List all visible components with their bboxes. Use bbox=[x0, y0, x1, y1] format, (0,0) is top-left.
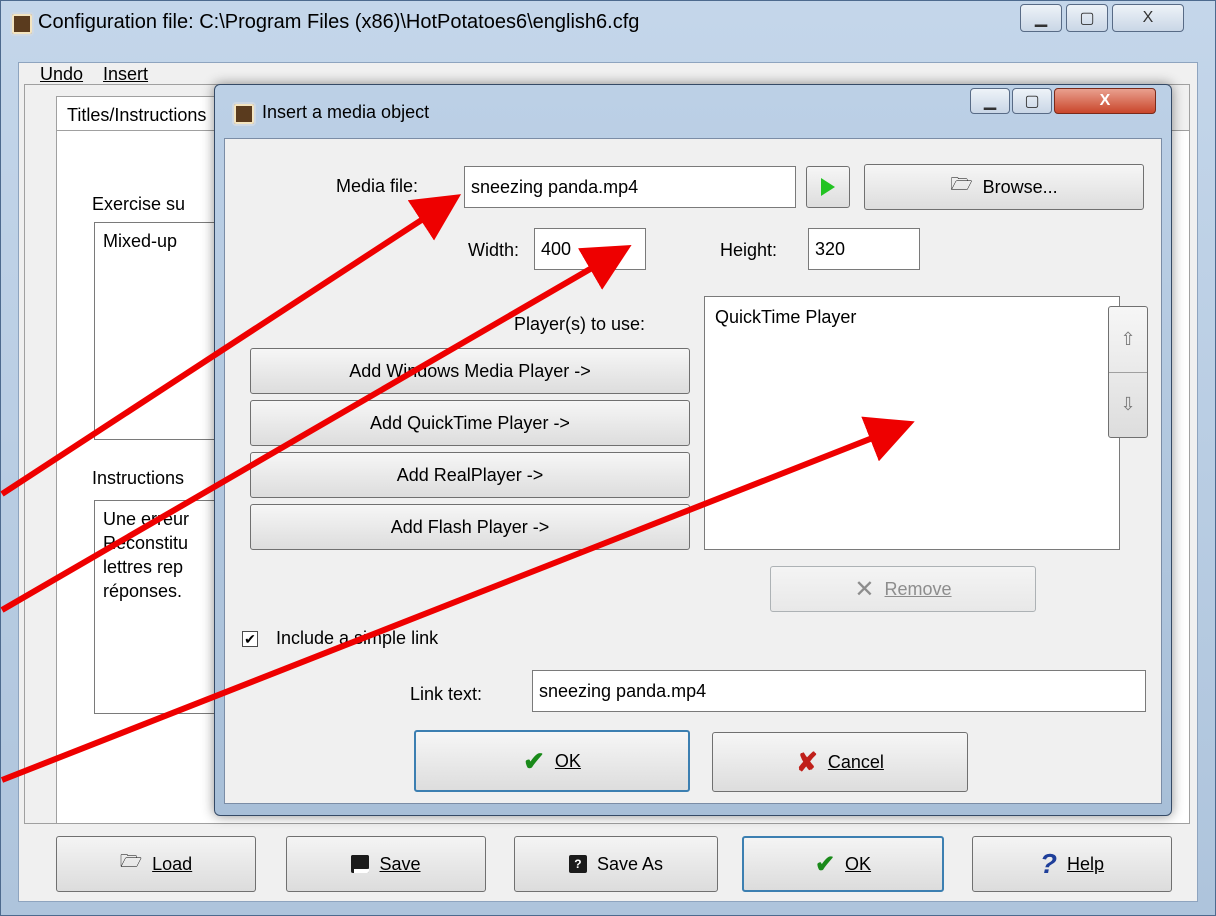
play-icon bbox=[821, 178, 835, 196]
remove-button[interactable]: ✕ Remove bbox=[770, 566, 1036, 612]
help-label: Help bbox=[1067, 853, 1105, 874]
minimize-icon: ▁ bbox=[983, 93, 997, 110]
dialog-ok-label: OK bbox=[554, 750, 581, 771]
dialog-ok-button[interactable]: ✔ OK bbox=[414, 730, 690, 792]
exercise-subtitle-field[interactable]: Mixed-up bbox=[94, 222, 234, 440]
dialog-close-button[interactable]: X bbox=[1054, 88, 1156, 114]
players-list[interactable]: QuickTime Player bbox=[704, 296, 1120, 550]
add-wmp-label: Add Windows Media Player -> bbox=[349, 360, 591, 381]
arrow-down-icon: ⇩ bbox=[1120, 394, 1136, 415]
include-link-checkbox[interactable]: ✔ bbox=[242, 631, 258, 647]
add-flash-label: Add Flash Player -> bbox=[390, 516, 550, 537]
load-label: Load bbox=[152, 853, 193, 874]
width-input[interactable]: 400 bbox=[534, 228, 646, 270]
floppy-disk-icon bbox=[351, 855, 370, 873]
close-button[interactable]: X bbox=[1112, 4, 1184, 32]
folder-open-icon: 🗁 bbox=[950, 174, 973, 194]
save-as-icon: ? bbox=[568, 855, 587, 873]
instructions-line: Une erreur bbox=[103, 509, 190, 529]
play-button[interactable] bbox=[806, 166, 850, 208]
folder-open-icon: 🗁 bbox=[119, 851, 143, 871]
tab-titles-instructions[interactable]: Titles/Instructions bbox=[56, 96, 236, 130]
minimize-button[interactable]: ▁ bbox=[1020, 4, 1062, 32]
instructions-field[interactable]: Une erreur Reconstitu lettres rep répons… bbox=[94, 500, 234, 714]
maximize-icon: ▢ bbox=[1079, 10, 1095, 27]
save-button[interactable]: Save bbox=[286, 836, 486, 892]
dialog-maximize-button[interactable]: ▢ bbox=[1012, 88, 1052, 114]
checkmark-icon: ✔ bbox=[523, 745, 545, 776]
media-file-input[interactable]: sneezing panda.mp4 bbox=[464, 166, 796, 208]
save-as-button[interactable]: ? Save As bbox=[514, 836, 718, 892]
width-label: Width: bbox=[468, 240, 520, 260]
add-windows-media-player-button[interactable]: Add Windows Media Player -> bbox=[250, 348, 690, 394]
browse-label: Browse... bbox=[982, 176, 1058, 197]
players-list-item[interactable]: QuickTime Player bbox=[715, 305, 1109, 329]
height-input[interactable]: 320 bbox=[808, 228, 920, 270]
include-link-label: Include a simple link bbox=[276, 628, 439, 648]
dialog-title: Insert a media object bbox=[262, 102, 430, 122]
browse-button[interactable]: 🗁 Browse... bbox=[864, 164, 1144, 210]
exercise-subtitle-value: Mixed-up bbox=[103, 231, 178, 251]
media-file-label: Media file: bbox=[336, 176, 419, 196]
remove-x-icon: ✕ bbox=[854, 575, 875, 603]
maximize-button[interactable]: ▢ bbox=[1066, 4, 1108, 32]
exercise-subtitle-label: Exercise su bbox=[92, 194, 186, 214]
height-label: Height: bbox=[720, 240, 778, 260]
add-realplayer-label: Add RealPlayer -> bbox=[396, 464, 544, 485]
add-quicktime-label: Add QuickTime Player -> bbox=[370, 412, 570, 433]
reorder-buttons: ⇧ ⇩ bbox=[1108, 306, 1148, 438]
add-realplayer-button[interactable]: Add RealPlayer -> bbox=[250, 452, 690, 498]
move-down-button[interactable]: ⇩ bbox=[1109, 373, 1147, 438]
help-button[interactable]: ? Help bbox=[972, 836, 1172, 892]
arrow-up-icon: ⇧ bbox=[1120, 328, 1136, 349]
checkmark-icon: ✔ bbox=[814, 850, 836, 878]
link-text-label: Link text: bbox=[410, 684, 483, 704]
maximize-icon: ▢ bbox=[1024, 93, 1040, 110]
close-icon: X bbox=[1142, 9, 1154, 26]
close-icon: X bbox=[1099, 92, 1111, 109]
main-ok-button[interactable]: ✔ OK bbox=[742, 836, 944, 892]
minimize-icon: ▁ bbox=[1034, 10, 1048, 27]
dialog-minimize-button[interactable]: ▁ bbox=[970, 88, 1010, 114]
main-ok-label: OK bbox=[845, 853, 872, 874]
save-label: Save bbox=[379, 853, 421, 874]
instructions-line: réponses. bbox=[103, 581, 183, 601]
players-label: Player(s) to use: bbox=[514, 314, 646, 334]
instructions-label: Instructions bbox=[92, 468, 185, 488]
checkbox-check-icon: ✔ bbox=[244, 631, 256, 647]
remove-label: Remove bbox=[884, 578, 952, 599]
main-window-title: Configuration file: C:\Program Files (x8… bbox=[38, 11, 640, 33]
cancel-x-icon: ✘ bbox=[796, 746, 818, 777]
instructions-line: lettres rep bbox=[103, 557, 184, 577]
link-text-input[interactable]: sneezing panda.mp4 bbox=[532, 670, 1146, 712]
app-icon bbox=[10, 12, 34, 36]
move-up-button[interactable]: ⇧ bbox=[1109, 307, 1147, 373]
instructions-line: Reconstitu bbox=[103, 533, 189, 553]
load-button[interactable]: 🗁 Load bbox=[56, 836, 256, 892]
dialog-cancel-button[interactable]: ✘ Cancel bbox=[712, 732, 968, 792]
question-mark-icon: ? bbox=[1039, 848, 1058, 879]
save-as-label: Save As bbox=[596, 853, 664, 874]
add-flash-player-button[interactable]: Add Flash Player -> bbox=[250, 504, 690, 550]
dialog-app-icon bbox=[232, 102, 256, 126]
add-quicktime-player-button[interactable]: Add QuickTime Player -> bbox=[250, 400, 690, 446]
dialog-cancel-label: Cancel bbox=[827, 751, 884, 772]
